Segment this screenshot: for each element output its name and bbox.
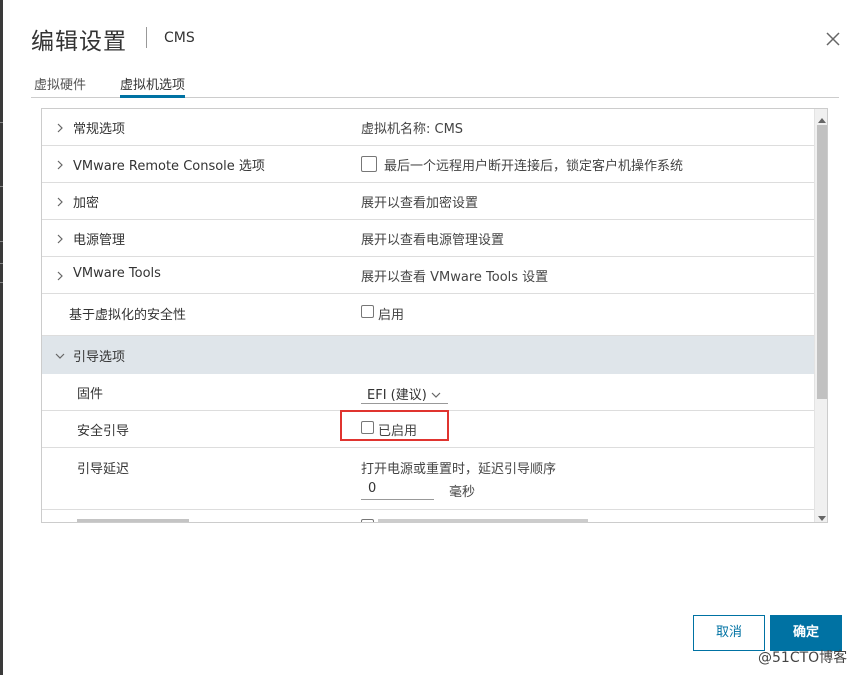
- row-vbs: 基于虚拟化的安全性 启用: [42, 294, 814, 336]
- power-management-value: 展开以查看电源管理设置: [361, 233, 505, 248]
- secure-boot-label: 安全引导: [77, 424, 130, 439]
- row-vmware-tools[interactable]: VMware Tools 展开以查看 VMware Tools 设置: [42, 257, 814, 294]
- vmrc-lock-text: 最后一个远程用户断开连接后，锁定客户机操作系统: [384, 159, 684, 174]
- encryption-value: 展开以查看加密设置: [361, 196, 479, 211]
- boot-delay-label: 引导延迟: [77, 462, 130, 477]
- firmware-label: 固件: [77, 387, 104, 402]
- tab-virtual-hardware[interactable]: 虚拟硬件: [34, 74, 86, 98]
- chevron-right-icon[interactable]: [55, 233, 65, 244]
- chevron-right-icon[interactable]: [55, 122, 65, 133]
- cancel-button[interactable]: 取消: [693, 615, 765, 651]
- vmrc-lock-checkbox[interactable]: [361, 156, 377, 172]
- tab-bar: 虚拟硬件 虚拟机选项: [31, 72, 839, 98]
- vm-name: CMS: [164, 30, 195, 46]
- dialog-title: 编辑设置: [31, 29, 127, 55]
- row-encryption[interactable]: 加密 展开以查看加密设置: [42, 183, 814, 220]
- row-power-management[interactable]: 电源管理 展开以查看电源管理设置: [42, 220, 814, 257]
- boot-options-label: 引导选项: [73, 350, 126, 365]
- chevron-right-icon[interactable]: [55, 159, 65, 170]
- vmrc-options-label: VMware Remote Console 选项: [73, 159, 265, 174]
- vmware-tools-label: VMware Tools: [73, 266, 161, 281]
- firmware-select[interactable]: EFI (建议): [361, 382, 448, 404]
- row-clipped-next: [42, 510, 814, 522]
- row-general-options[interactable]: 常规选项 虚拟机名称: CMS: [42, 109, 814, 146]
- vmware-tools-value: 展开以查看 VMware Tools 设置: [361, 270, 549, 285]
- close-icon[interactable]: [824, 30, 842, 48]
- general-options-value: 虚拟机名称: CMS: [361, 122, 464, 137]
- vm-options-panel: 常规选项 虚拟机名称: CMS VMware Remote Console 选项…: [41, 108, 828, 523]
- vertical-scrollbar[interactable]: [814, 109, 827, 522]
- watermark-text: @51CTO博客: [758, 650, 848, 666]
- ok-button[interactable]: 确定: [770, 615, 842, 651]
- scroll-down-arrow-icon[interactable]: [818, 511, 826, 521]
- vbs-enable-text: 启用: [378, 308, 405, 323]
- vbs-label: 基于虚拟化的安全性: [69, 308, 187, 323]
- encryption-label: 加密: [73, 196, 100, 211]
- title-divider: [146, 27, 147, 48]
- power-management-label: 电源管理: [73, 233, 126, 248]
- chevron-right-icon[interactable]: [55, 196, 65, 207]
- chevron-right-icon[interactable]: [55, 270, 65, 281]
- row-boot-options[interactable]: 引导选项: [42, 336, 814, 374]
- boot-delay-input[interactable]: [361, 478, 434, 500]
- scrollbar-thumb[interactable]: [817, 125, 827, 399]
- row-firmware: 固件 EFI (建议): [42, 374, 814, 411]
- boot-delay-description: 打开电源或重置时，延迟引导顺序: [361, 462, 557, 477]
- general-options-label: 常规选项: [73, 122, 126, 137]
- chevron-down-icon[interactable]: [55, 350, 65, 360]
- vbs-checkbox[interactable]: [361, 305, 374, 318]
- row-boot-delay: 引导延迟 打开电源或重置时，延迟引导顺序 毫秒: [42, 448, 814, 510]
- scroll-up-arrow-icon[interactable]: [818, 112, 826, 123]
- boot-delay-unit: 毫秒: [449, 485, 476, 500]
- background-window-edge: [0, 0, 3, 675]
- secure-boot-highlight-box: [340, 410, 449, 441]
- clipped-checkbox: [361, 519, 374, 522]
- chevron-down-icon: [431, 388, 441, 398]
- row-vmrc-options[interactable]: VMware Remote Console 选项 最后一个远程用户断开连接后，锁…: [42, 146, 814, 183]
- tab-vm-options[interactable]: 虚拟机选项: [120, 74, 186, 98]
- firmware-selected-value: EFI (建议): [367, 388, 427, 403]
